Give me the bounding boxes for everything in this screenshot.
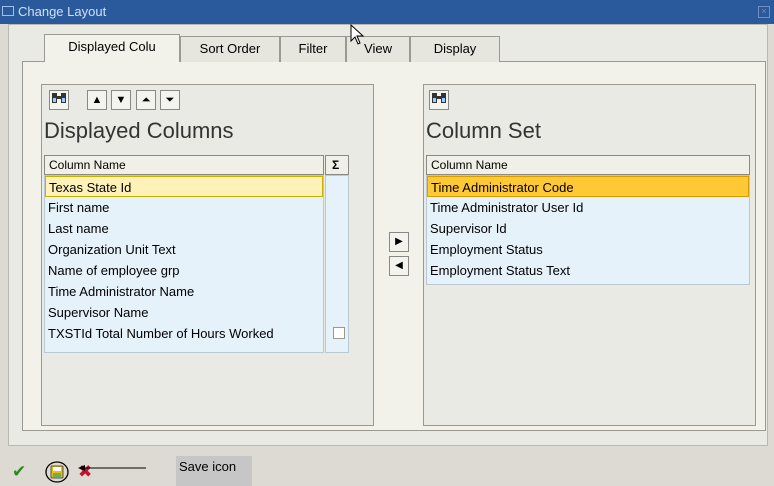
window-title: Change Layout xyxy=(18,4,107,19)
tab-display[interactable]: Display xyxy=(410,36,500,62)
tab-sort-order[interactable]: Sort Order xyxy=(180,36,280,62)
tab-label: Filter xyxy=(298,41,328,56)
list-item[interactable]: Supervisor Id xyxy=(427,218,749,239)
mouse-cursor-icon xyxy=(350,24,365,45)
list-item-label: First name xyxy=(48,200,110,215)
list-item-label: Organization Unit Text xyxy=(48,242,176,257)
save-icon-label: Save icon xyxy=(176,456,252,486)
save-icon[interactable] xyxy=(45,461,69,483)
column-set-panel: Column Set Column Name Time Administrato… xyxy=(423,84,756,426)
list-item-label: Time Administrator User Id xyxy=(430,200,584,215)
column-name-header[interactable]: Column Name xyxy=(44,155,324,175)
list-item[interactable]: Supervisor Name xyxy=(45,302,323,323)
left-toolbar: ▲ ▼ ⏶ ⏷ xyxy=(42,85,373,117)
displayed-columns-list: Column Name Σ Texas State Id First name … xyxy=(44,155,371,423)
list-item-label: Last name xyxy=(48,221,109,236)
title-bar: Change Layout × xyxy=(0,0,774,24)
list-item[interactable]: Time Administrator User Id xyxy=(427,197,749,218)
tab-label: Sort Order xyxy=(199,41,261,56)
find-icon[interactable] xyxy=(429,90,449,110)
checkmark-icon[interactable]: ✔ xyxy=(12,463,26,481)
panel-title: Displayed Columns xyxy=(44,118,234,143)
list-item-label: Employment Status Text xyxy=(430,263,570,278)
move-right-button[interactable]: ▶ xyxy=(389,232,409,252)
total-checkbox[interactable] xyxy=(333,327,345,339)
list-item[interactable]: Time Administrator Code xyxy=(427,176,749,197)
move-top-icon[interactable]: ⏶ xyxy=(136,90,156,110)
list-item-label: Time Administrator Name xyxy=(48,284,195,299)
window-icon xyxy=(2,6,14,16)
move-bottom-icon[interactable]: ⏷ xyxy=(160,90,180,110)
list-item[interactable]: Texas State Id xyxy=(45,176,323,197)
list-item-label: Supervisor Name xyxy=(48,305,149,320)
list-item[interactable]: Organization Unit Text xyxy=(45,239,323,260)
move-left-button[interactable]: ◀ xyxy=(389,256,409,276)
sum-icon[interactable]: Σ xyxy=(325,155,349,175)
close-icon[interactable]: × xyxy=(758,6,770,18)
list-item[interactable]: Employment Status Text xyxy=(427,260,749,281)
list-item[interactable]: Time Administrator Name xyxy=(45,281,323,302)
list-item[interactable]: First name xyxy=(45,197,323,218)
right-toolbar xyxy=(424,85,755,117)
tab-displayed-columns[interactable]: Displayed Colu xyxy=(44,34,180,62)
list-item[interactable]: TXSTId Total Number of Hours Worked xyxy=(45,323,323,344)
tab-label: Display xyxy=(433,41,477,56)
list-item[interactable]: Last name xyxy=(45,218,323,239)
list-item-label: Name of employee grp xyxy=(48,263,180,278)
pointer-arrow-icon xyxy=(78,465,146,471)
tab-label: View xyxy=(364,41,392,56)
list-item[interactable]: Name of employee grp xyxy=(45,260,323,281)
list-item-label: Time Administrator Code xyxy=(431,180,574,195)
list-item-label: TXSTId Total Number of Hours Worked xyxy=(48,326,274,341)
tab-label: Displayed Colu xyxy=(68,39,156,54)
list-item-label: Employment Status xyxy=(430,242,543,257)
column-set-list: Column Name Time Administrator Code Time… xyxy=(426,155,753,423)
find-icon[interactable] xyxy=(49,90,69,110)
list-item[interactable]: Employment Status xyxy=(427,239,749,260)
column-name-header[interactable]: Column Name xyxy=(426,155,750,175)
move-down-icon[interactable]: ▼ xyxy=(111,90,131,110)
move-up-icon[interactable]: ▲ xyxy=(87,90,107,110)
displayed-columns-panel: ▲ ▼ ⏶ ⏷ Displayed Columns Column Name Σ … xyxy=(41,84,374,426)
panel-title: Column Set xyxy=(426,118,541,143)
list-item-label: Texas State Id xyxy=(49,180,132,195)
list-item-label: Supervisor Id xyxy=(430,221,507,236)
tab-filter[interactable]: Filter xyxy=(280,36,346,62)
